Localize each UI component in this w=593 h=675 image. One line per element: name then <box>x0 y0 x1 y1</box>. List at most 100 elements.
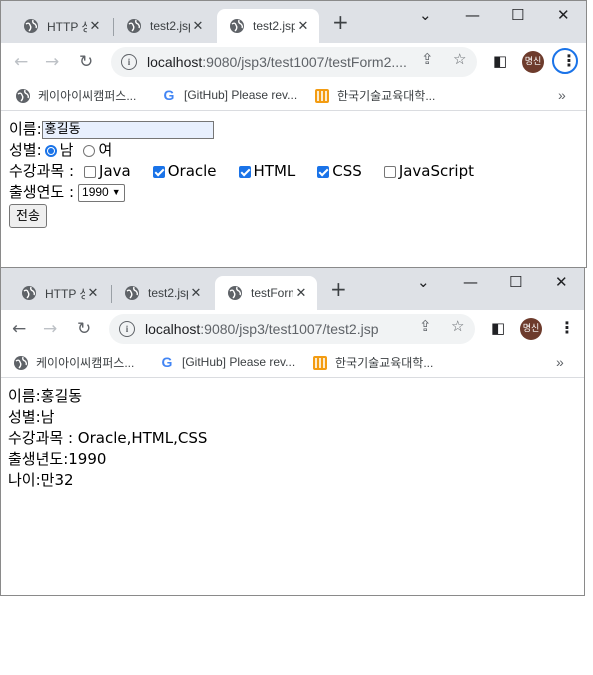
result-name: 이름:홍길동 <box>8 387 83 405</box>
course-html-checkbox[interactable] <box>238 165 251 178</box>
close-tab-icon[interactable]: ✕ <box>295 18 311 34</box>
bookmark-star-icon[interactable]: ☆ <box>453 50 466 68</box>
gender-male-label: 남 <box>59 141 74 159</box>
birth-label: 출생연도 : <box>9 183 75 201</box>
tab-test2[interactable]: test2.jsp ✕ <box>114 9 214 43</box>
kebab-menu-icon[interactable]: ⋮ <box>559 319 575 337</box>
bookmark-kic-campus[interactable]: 케이아이씨캠퍼스... <box>15 87 136 104</box>
bookmarks-overflow-icon[interactable]: » <box>558 87 566 103</box>
bookmark-star-icon[interactable]: ☆ <box>451 317 464 335</box>
tab-http-status[interactable]: HTTP 상 ✕ <box>11 9 111 43</box>
forward-icon[interactable]: → <box>45 52 59 72</box>
bookmark-github[interactable]: G [GitHub] Please rev... <box>161 87 298 103</box>
minimize-icon[interactable]: — <box>465 5 480 25</box>
bookmark-kic-campus[interactable]: 케이아이씨캠퍼스... <box>13 354 134 371</box>
course-css-label: CSS <box>332 162 362 180</box>
chevron-down-icon: ▼ <box>111 187 121 197</box>
google-icon: G <box>163 87 175 103</box>
kebab-menu-icon[interactable]: ⋮ <box>561 52 577 70</box>
tab-title: test2.jsp <box>148 286 188 300</box>
globe-icon <box>127 19 141 33</box>
name-row: 이름: 홍길동 <box>9 119 578 140</box>
tab-test2-active[interactable]: test2.jsp ✕ <box>217 9 319 43</box>
globe-icon <box>16 88 30 103</box>
bookmark-label: [GitHub] Please rev... <box>184 88 298 102</box>
close-tab-icon[interactable]: ✕ <box>293 285 309 301</box>
minimize-icon[interactable]: — <box>463 272 478 292</box>
globe-icon <box>228 286 242 300</box>
course-javascript-checkbox[interactable] <box>383 165 396 178</box>
course-oracle-label: Oracle <box>167 162 217 180</box>
bookmarks-overflow-icon[interactable]: » <box>556 354 564 370</box>
tab-strip: HTTP 상 ✕ test2.jsp ✕ test2.jsp ✕ + ⌄ — ☐… <box>1 1 586 43</box>
tab-testform-active[interactable]: testForm ✕ <box>215 276 317 310</box>
globe-icon <box>24 19 38 33</box>
maximize-icon[interactable]: ☐ <box>511 5 524 25</box>
bookmark-koreatech[interactable]: 한국기술교육대학... <box>312 354 433 371</box>
birth-year-select[interactable]: 1990 ▼ <box>78 183 125 202</box>
bookmark-label: 케이아이씨캠퍼스... <box>38 89 137 103</box>
url-text: localhost:9080/jsp3/test1007/testForm2..… <box>147 54 407 70</box>
bookmark-label: 케이아이씨캠퍼스... <box>36 356 135 370</box>
side-panel-icon[interactable]: ◧ <box>491 319 505 337</box>
gender-male-radio[interactable] <box>44 144 57 157</box>
course-java-label: Java <box>99 162 131 180</box>
tab-search-dropdown-icon[interactable]: ⌄ <box>419 5 432 25</box>
result-page: 이름:홍길동 성별:남 수강과목 : Oracle,HTML,CSS 출생년도:… <box>1 378 584 499</box>
new-tab-button[interactable]: + <box>332 12 349 32</box>
profile-avatar[interactable]: 명신 <box>520 318 542 340</box>
side-panel-icon[interactable]: ◧ <box>493 52 507 70</box>
forward-icon[interactable]: → <box>43 319 57 339</box>
tab-title: test2.jsp <box>253 19 295 33</box>
new-tab-button[interactable]: + <box>330 279 347 299</box>
form-page: 이름: 홍길동 성별: 남 여 수강과목 : Java Oracle HTML … <box>1 111 586 235</box>
close-window-icon[interactable]: ✕ <box>557 5 570 25</box>
course-java-checkbox[interactable] <box>84 165 97 178</box>
tab-http-status[interactable]: HTTP 상 ✕ <box>9 276 109 310</box>
result-age: 나이:만32 <box>8 471 74 489</box>
koreatech-logo-icon <box>313 355 327 370</box>
globe-icon <box>14 355 28 370</box>
back-icon[interactable]: ← <box>14 52 28 72</box>
tab-strip: HTTP 상 ✕ test2.jsp ✕ testForm ✕ + ⌄ — ☐ … <box>1 268 584 310</box>
reload-icon[interactable]: ↻ <box>77 319 91 339</box>
tab-search-dropdown-icon[interactable]: ⌄ <box>417 272 430 292</box>
globe-icon <box>125 286 139 300</box>
course-css-checkbox[interactable] <box>317 165 330 178</box>
url-text: localhost:9080/jsp3/test1007/test2.jsp <box>145 321 379 337</box>
google-icon: G <box>161 354 173 370</box>
courses-row: 수강과목 : Java Oracle HTML CSS JavaScript <box>9 161 578 182</box>
bookmarks-bar: 케이아이씨캠퍼스... G [GitHub] Please rev... 한국기… <box>1 81 586 111</box>
bookmark-label: [GitHub] Please rev... <box>182 355 296 369</box>
tab-title: HTTP 상 <box>45 286 85 301</box>
submit-row: 전송 <box>9 203 578 228</box>
bookmark-github[interactable]: G [GitHub] Please rev... <box>159 354 296 370</box>
tab-title: HTTP 상 <box>47 19 87 34</box>
profile-avatar[interactable]: 명신 <box>522 51 544 73</box>
submit-button[interactable]: 전송 <box>9 204 47 228</box>
close-tab-icon[interactable]: ✕ <box>87 18 103 34</box>
bookmark-koreatech[interactable]: 한국기술교육대학... <box>314 87 435 104</box>
bookmark-label: 한국기술교육대학... <box>335 356 434 370</box>
info-icon[interactable]: i <box>119 321 135 337</box>
result-gender: 성별:남 <box>8 408 55 426</box>
course-oracle-checkbox[interactable] <box>152 165 165 178</box>
close-tab-icon[interactable]: ✕ <box>85 285 101 301</box>
back-icon[interactable]: ← <box>12 319 26 339</box>
courses-label: 수강과목 : <box>9 162 75 180</box>
gender-female-radio[interactable] <box>83 144 96 157</box>
close-window-icon[interactable]: ✕ <box>555 272 568 292</box>
close-tab-icon[interactable]: ✕ <box>190 18 206 34</box>
tab-test2[interactable]: test2.jsp ✕ <box>112 276 212 310</box>
course-javascript-label: JavaScript <box>398 162 475 180</box>
close-tab-icon[interactable]: ✕ <box>188 285 204 301</box>
maximize-icon[interactable]: ☐ <box>509 272 522 292</box>
info-icon[interactable]: i <box>121 54 137 70</box>
name-input[interactable]: 홍길동 <box>41 120 214 139</box>
gender-row: 성별: 남 여 <box>9 140 578 161</box>
reload-icon[interactable]: ↻ <box>79 52 93 72</box>
share-icon[interactable]: ⇪ <box>421 50 434 68</box>
globe-icon <box>230 19 244 33</box>
birth-year-value: 1990 <box>82 185 109 199</box>
share-icon[interactable]: ⇪ <box>419 317 432 335</box>
